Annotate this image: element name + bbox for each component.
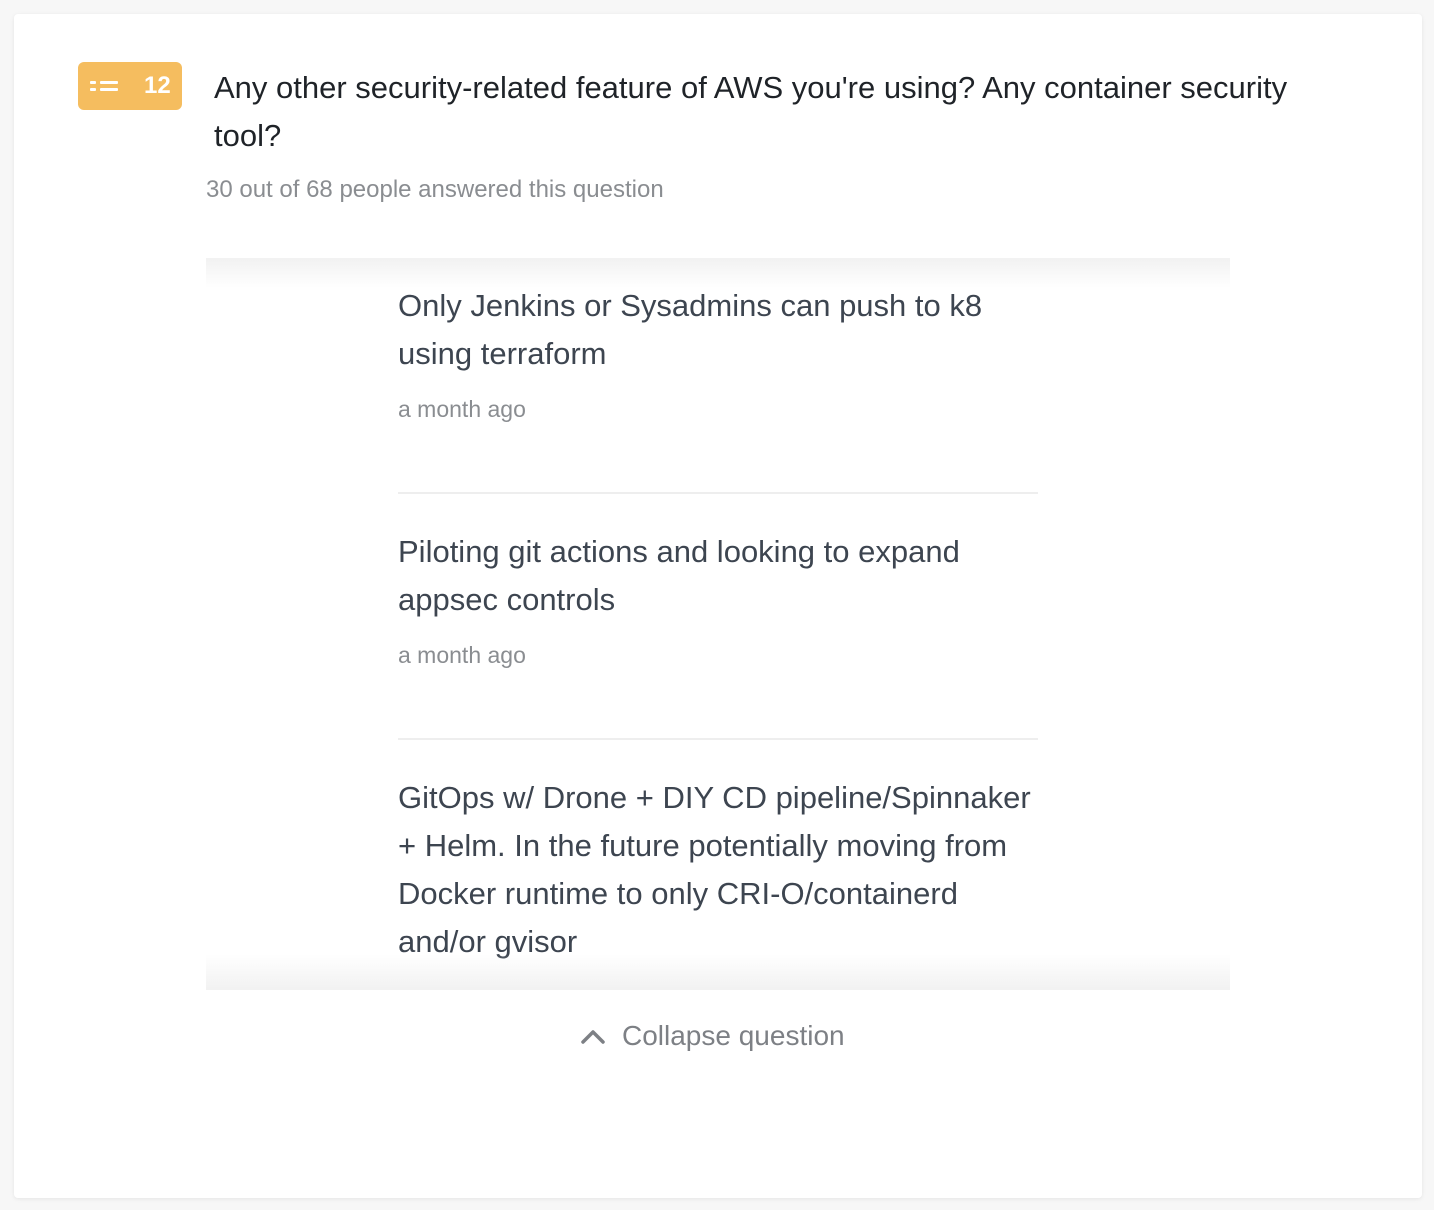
question-card: 12 Any other security-related feature of… <box>14 14 1422 1198</box>
answer-item: GitOps w/ Drone + DIY CD pipeline/Spinna… <box>398 774 1038 966</box>
answer-text: Piloting git actions and looking to expa… <box>398 534 960 617</box>
scroll-fade-top <box>206 258 1230 288</box>
answered-summary: 30 out of 68 people answered this questi… <box>206 176 664 203</box>
question-title: Any other security-related feature of AW… <box>214 70 1288 153</box>
answer-time: a month ago <box>398 396 526 422</box>
answers-list[interactable]: Only Jenkins or Sysadmins can push to k8… <box>206 258 1230 990</box>
collapse-question-button[interactable]: Collapse question <box>580 1020 845 1052</box>
question-number-badge: 12 <box>78 62 182 110</box>
answer-item: Only Jenkins or Sysadmins can push to k8… <box>398 282 1038 423</box>
answer-divider <box>398 492 1038 494</box>
question-number: 12 <box>144 72 171 99</box>
answer-text: Only Jenkins or Sysadmins can push to k8… <box>398 288 983 371</box>
answer-time: a month ago <box>398 642 526 668</box>
answer-divider <box>398 738 1038 740</box>
scroll-fade-bottom <box>206 954 1230 990</box>
list-icon <box>90 79 118 93</box>
chevron-up-icon <box>581 1030 605 1044</box>
collapse-question-label: Collapse question <box>622 1020 845 1051</box>
answer-item: Piloting git actions and looking to expa… <box>398 528 1038 669</box>
answer-text: GitOps w/ Drone + DIY CD pipeline/Spinna… <box>398 780 1031 959</box>
